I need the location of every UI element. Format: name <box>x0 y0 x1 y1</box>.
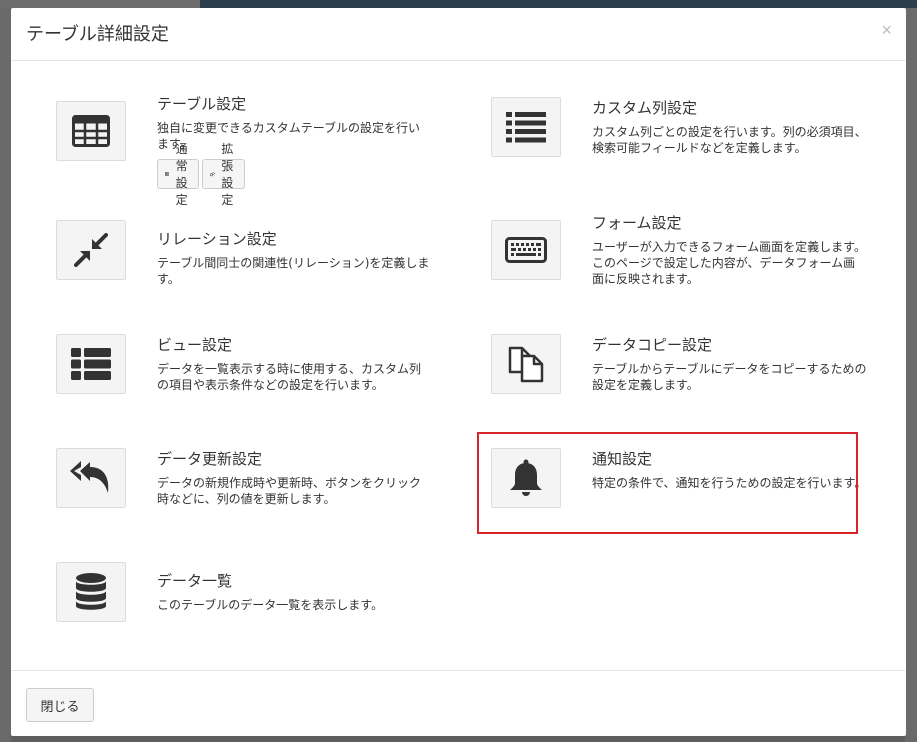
item-title[interactable]: ビュー設定 <box>157 334 232 355</box>
normal-settings-label: 通常設定 <box>175 142 188 207</box>
item-title[interactable]: フォーム設定 <box>592 212 682 233</box>
item-title[interactable]: カスタム列設定 <box>592 97 697 118</box>
keyboard-icon[interactable] <box>491 220 561 280</box>
modal-footer: 閉じる <box>11 670 906 736</box>
item-description: データの新規作成時や更新時、ボタンをクリック時などに、列の値を更新します。 <box>157 476 422 506</box>
extended-settings-button[interactable]: 拡張設定 <box>202 142 246 207</box>
table-icon[interactable] <box>56 101 126 161</box>
normal-settings-button[interactable]: 通常設定 <box>157 142 200 207</box>
item-title[interactable]: テーブル設定 <box>157 93 246 114</box>
item-title[interactable]: リレーション設定 <box>157 228 277 249</box>
gears-icon <box>210 171 215 176</box>
table-small-icon <box>165 172 170 176</box>
item-title[interactable]: データ一覧 <box>157 570 232 591</box>
extended-settings-label: 拡張設定 <box>221 142 234 207</box>
item-description: 独自に変更できるカスタムテーブルの設定を行います。 <box>157 121 421 151</box>
close-icon[interactable]: × <box>881 20 892 41</box>
item-title[interactable]: データ更新設定 <box>157 448 262 469</box>
background-right <box>905 8 917 742</box>
item-description: データを一覧表示する時に使用する、カスタム列の項目や表示条件などの設定を行います… <box>157 362 422 392</box>
item-description: カスタム列ごとの設定を行います。列の必須項目、検索可能フィールドなどを定義します… <box>592 125 867 155</box>
table-sub-buttons: 通常設定 拡張設定 <box>157 142 246 207</box>
modal-title: テーブル詳細設定 <box>26 24 169 45</box>
compress-icon[interactable] <box>56 220 126 280</box>
item-description: テーブル間同士の関連性(リレーション)を定義します。 <box>157 256 430 286</box>
highlight-box <box>477 432 858 534</box>
th-list-icon[interactable] <box>56 334 126 394</box>
background-search <box>0 0 200 8</box>
close-button[interactable]: 閉じる <box>26 688 94 722</box>
modal-header: テーブル詳細設定 × <box>11 8 906 61</box>
item-description: ユーザーが入力できるフォーム画面を定義します。このページで設定した内容が、データ… <box>592 240 866 286</box>
reply-all-icon[interactable] <box>56 448 126 508</box>
copy-icon[interactable] <box>491 334 561 394</box>
item-description: テーブルからテーブルにデータをコピーするための設定を定義します。 <box>592 362 867 392</box>
database-icon[interactable] <box>56 562 126 622</box>
item-description: このテーブルのデータ一覧を表示します。 <box>157 598 384 612</box>
list-icon[interactable] <box>491 97 561 157</box>
background-left <box>0 8 11 742</box>
item-title[interactable]: データコピー設定 <box>592 334 712 355</box>
table-settings-modal: テーブル詳細設定 × テーブル設定 独自に変更できるカスタムテーブルの設定を行い… <box>11 8 906 736</box>
